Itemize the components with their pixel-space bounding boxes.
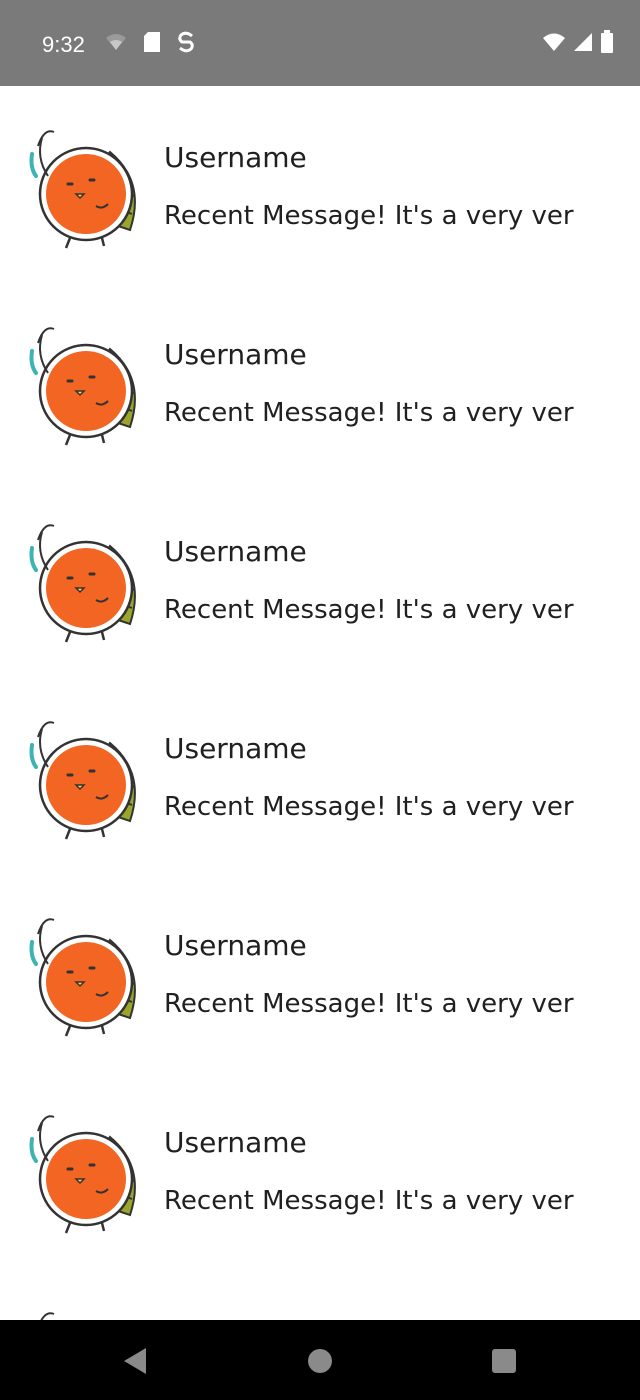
conversation-list[interactable]: Username Recent Message! It's a very ver… (0, 86, 640, 1320)
recent-message: Recent Message! It's a very very (164, 398, 574, 428)
avatar (18, 1304, 146, 1320)
recent-message: Recent Message! It's a very very (164, 792, 574, 822)
conversation-row[interactable]: Username Recent Message! It's a very ver… (0, 874, 640, 1071)
conversation-row[interactable]: Username Recent Message! It's a very ver… (0, 1071, 640, 1268)
avatar (18, 713, 146, 841)
conversation-row[interactable]: Username Recent Message! It's a very ver… (0, 283, 640, 480)
recents-button[interactable] (487, 1344, 521, 1378)
wifi-icon (542, 31, 566, 57)
recent-message: Recent Message! It's a very very (164, 201, 574, 231)
home-button[interactable] (303, 1344, 337, 1378)
status-bar: 9:32 (0, 0, 640, 86)
conversation-row[interactable]: Username Recent Message! It's a very ver… (0, 480, 640, 677)
back-icon (120, 1344, 154, 1382)
avatar (18, 122, 146, 250)
recent-message: Recent Message! It's a very very (164, 989, 574, 1019)
back-button[interactable] (120, 1344, 154, 1378)
avatar (18, 319, 146, 447)
username: Username (164, 732, 307, 765)
battery-icon (600, 30, 614, 58)
avatar (18, 516, 146, 644)
navigation-bar (0, 1320, 640, 1400)
conversation-row[interactable]: Username Recent Message! It's a very ver… (0, 677, 640, 874)
avatar (18, 910, 146, 1038)
status-time: 9:32 (42, 32, 85, 57)
sd-card-icon (142, 30, 162, 58)
avatar (18, 1107, 146, 1235)
username: Username (164, 535, 307, 568)
conversation-row[interactable]: Username Recent Message! It's a very ver… (0, 86, 640, 283)
status-icons-left (104, 30, 196, 58)
recent-message: Recent Message! It's a very very (164, 595, 574, 625)
wifi-calling-icon (104, 30, 128, 58)
conversation-row[interactable]: Username Recent Message! It's a very ver… (0, 1268, 640, 1320)
username: Username (164, 1126, 307, 1159)
username: Username (164, 338, 307, 371)
username: Username (164, 929, 307, 962)
username: Username (164, 141, 307, 174)
signal-icon (572, 31, 594, 57)
sync-icon (176, 30, 196, 58)
recents-icon (487, 1344, 521, 1382)
home-icon (303, 1344, 337, 1382)
status-icons-right (542, 30, 614, 58)
recent-message: Recent Message! It's a very very (164, 1186, 574, 1216)
